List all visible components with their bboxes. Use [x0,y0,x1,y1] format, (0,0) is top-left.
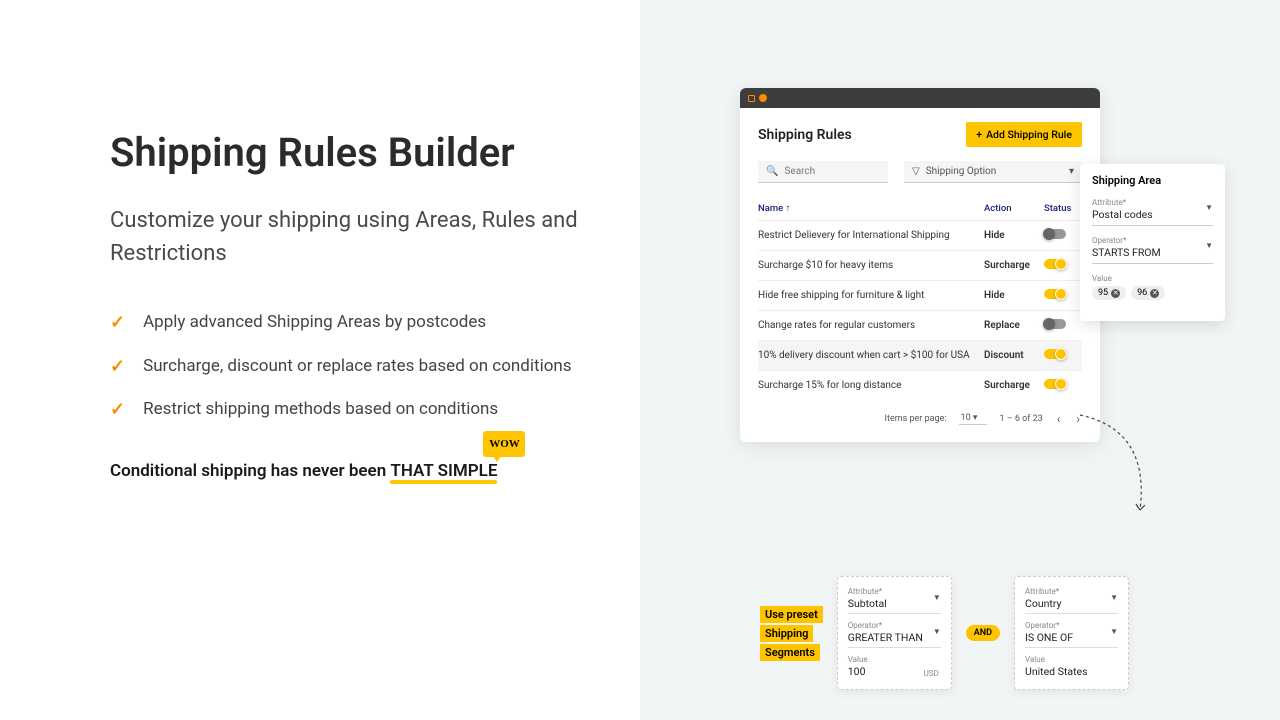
table-row[interactable]: Restrict Delievery for International Shi… [758,220,1082,250]
check-icon: ✓ [110,312,125,333]
unit-label: USD [924,669,939,678]
chevron-down-icon: ▼ [933,627,941,636]
field-value: Postal codes [1092,208,1213,221]
field-value: STARTS FROM [1092,246,1213,259]
pager-range: 1 – 6 of 23 [999,414,1042,424]
header-status: Status [1044,203,1082,214]
wow-badge: WOW [483,431,525,457]
status-toggle[interactable] [1044,229,1066,239]
panel-title: Shipping Rules [758,127,852,143]
rule-name: Hide free shipping for furniture & light [758,290,984,301]
tagline: Conditional shipping has never been THAT… [110,461,497,481]
value-field[interactable]: Value 95✕ 96✕ [1092,271,1213,304]
value-field[interactable]: ValueUnited States [1025,653,1118,681]
field-label: Attribute* [1092,198,1213,207]
filter-label: Shipping Option [926,166,1063,177]
header-action: Action [984,203,1044,214]
pagination: Items per page: 10 ▾ 1 – 6 of 23 ‹ › [758,400,1082,432]
attribute-select[interactable]: Attribute* Postal codes ▼ [1092,195,1213,226]
hero-title: Shipping Rules Builder [110,130,580,176]
field-label: Operator* [1092,236,1213,245]
segments-label: Use presetShippingSegments [760,606,823,661]
hero-subtitle: Customize your shipping using Areas, Rul… [110,204,580,270]
attribute-select[interactable]: Attribute*Country▼ [1025,585,1118,614]
and-connector: AND [966,625,1000,641]
check-icon: ✓ [110,356,125,377]
attribute-select[interactable]: Attribute*Subtotal▼ [848,585,941,614]
table-headers: Name ↑ Action Status [758,197,1082,220]
rule-action: Surcharge [984,380,1044,391]
plus-icon: + [976,128,982,141]
table-row[interactable]: Surcharge 15% for long distanceSurcharge [758,370,1082,400]
operator-select[interactable]: Operator* STARTS FROM ▼ [1092,233,1213,264]
header-name[interactable]: Name ↑ [758,203,984,214]
filter-icon: ▽ [912,166,920,177]
search-input[interactable]: 🔍 Search [758,161,888,183]
rule-action: Surcharge [984,260,1044,271]
chevron-down-icon: ▼ [1205,203,1213,212]
chevron-down-icon: ▾ [1069,166,1074,177]
shipping-area-card: Shipping Area Attribute* Postal codes ▼ … [1080,164,1225,321]
rules-window: Shipping Rules + Add Shipping Rule 🔍 Searc… [740,88,1100,442]
pager-label: Items per page: [885,414,947,424]
search-icon: 🔍 [766,166,778,177]
sort-asc-icon: ↑ [786,203,791,214]
search-placeholder: Search [784,166,815,177]
table-row[interactable]: 10% delivery discount when cart > $100 f… [758,340,1082,370]
rule-action: Discount [984,350,1044,361]
bullet-text: Apply advanced Shipping Areas by postcod… [143,310,486,336]
rule-name: Change rates for regular customers [758,320,984,331]
chevron-down-icon: ▼ [1205,241,1213,250]
chevron-down-icon: ▼ [933,593,941,602]
status-toggle[interactable] [1044,379,1066,389]
rule-action: Hide [984,230,1044,241]
rule-name: Restrict Delievery for International Shi… [758,230,984,241]
shipping-option-filter[interactable]: ▽ Shipping Option ▾ [904,161,1082,183]
card-title: Shipping Area [1092,174,1213,187]
tagline-em: THAT SIMPLE [390,461,497,481]
chevron-down-icon: ▼ [1110,627,1118,636]
operator-select[interactable]: Operator*GREATER THAN▼ [848,619,941,648]
status-toggle[interactable] [1044,289,1066,299]
value-field[interactable]: Value100USD [848,653,941,681]
add-shipping-rule-button[interactable]: + Add Shipping Rule [966,122,1082,147]
add-btn-label: Add Shipping Rule [986,128,1072,141]
bullet-item: ✓ Surcharge, discount or replace rates ba… [110,354,580,380]
postal-chip[interactable]: 96✕ [1131,286,1165,300]
remove-chip-icon[interactable]: ✕ [1150,289,1159,298]
field-label: Value [1092,274,1213,283]
rule-name: 10% delivery discount when cart > $100 f… [758,350,984,361]
rule-name: Surcharge $10 for heavy items [758,260,984,271]
window-titlebar [740,88,1100,108]
prev-page-button[interactable]: ‹ [1055,410,1063,428]
window-control-icon [759,94,767,102]
chevron-down-icon: ▾ [973,413,978,423]
condition-card-country: Attribute*Country▼ Operator*IS ONE OF▼ V… [1014,576,1129,690]
operator-select[interactable]: Operator*IS ONE OF▼ [1025,619,1118,648]
items-per-page-select[interactable]: 10 ▾ [959,413,988,425]
bullet-text: Restrict shipping methods based on condi… [143,397,498,423]
bullet-text: Surcharge, discount or replace rates bas… [143,354,571,380]
status-toggle[interactable] [1044,319,1066,329]
bullet-item: ✓ Apply advanced Shipping Areas by postco… [110,310,580,336]
window-control-icon [748,95,755,102]
rule-name: Surcharge 15% for long distance [758,380,984,391]
status-toggle[interactable] [1044,259,1066,269]
tagline-pre: Conditional shipping has never been [110,461,390,481]
status-toggle[interactable] [1044,349,1066,359]
table-row[interactable]: Change rates for regular customersReplac… [758,310,1082,340]
remove-chip-icon[interactable]: ✕ [1111,289,1120,298]
chevron-down-icon: ▼ [1110,593,1118,602]
rule-action: Hide [984,290,1044,301]
condition-card-subtotal: Attribute*Subtotal▼ Operator*GREATER THA… [837,576,952,690]
table-row[interactable]: Surcharge $10 for heavy itemsSurcharge [758,250,1082,280]
table-row[interactable]: Hide free shipping for furniture & light… [758,280,1082,310]
bullet-item: ✓ Restrict shipping methods based on cond… [110,397,580,423]
postal-chip[interactable]: 95✕ [1092,286,1126,300]
check-icon: ✓ [110,399,125,420]
connector-arrow [1070,410,1180,530]
rule-action: Replace [984,320,1044,331]
